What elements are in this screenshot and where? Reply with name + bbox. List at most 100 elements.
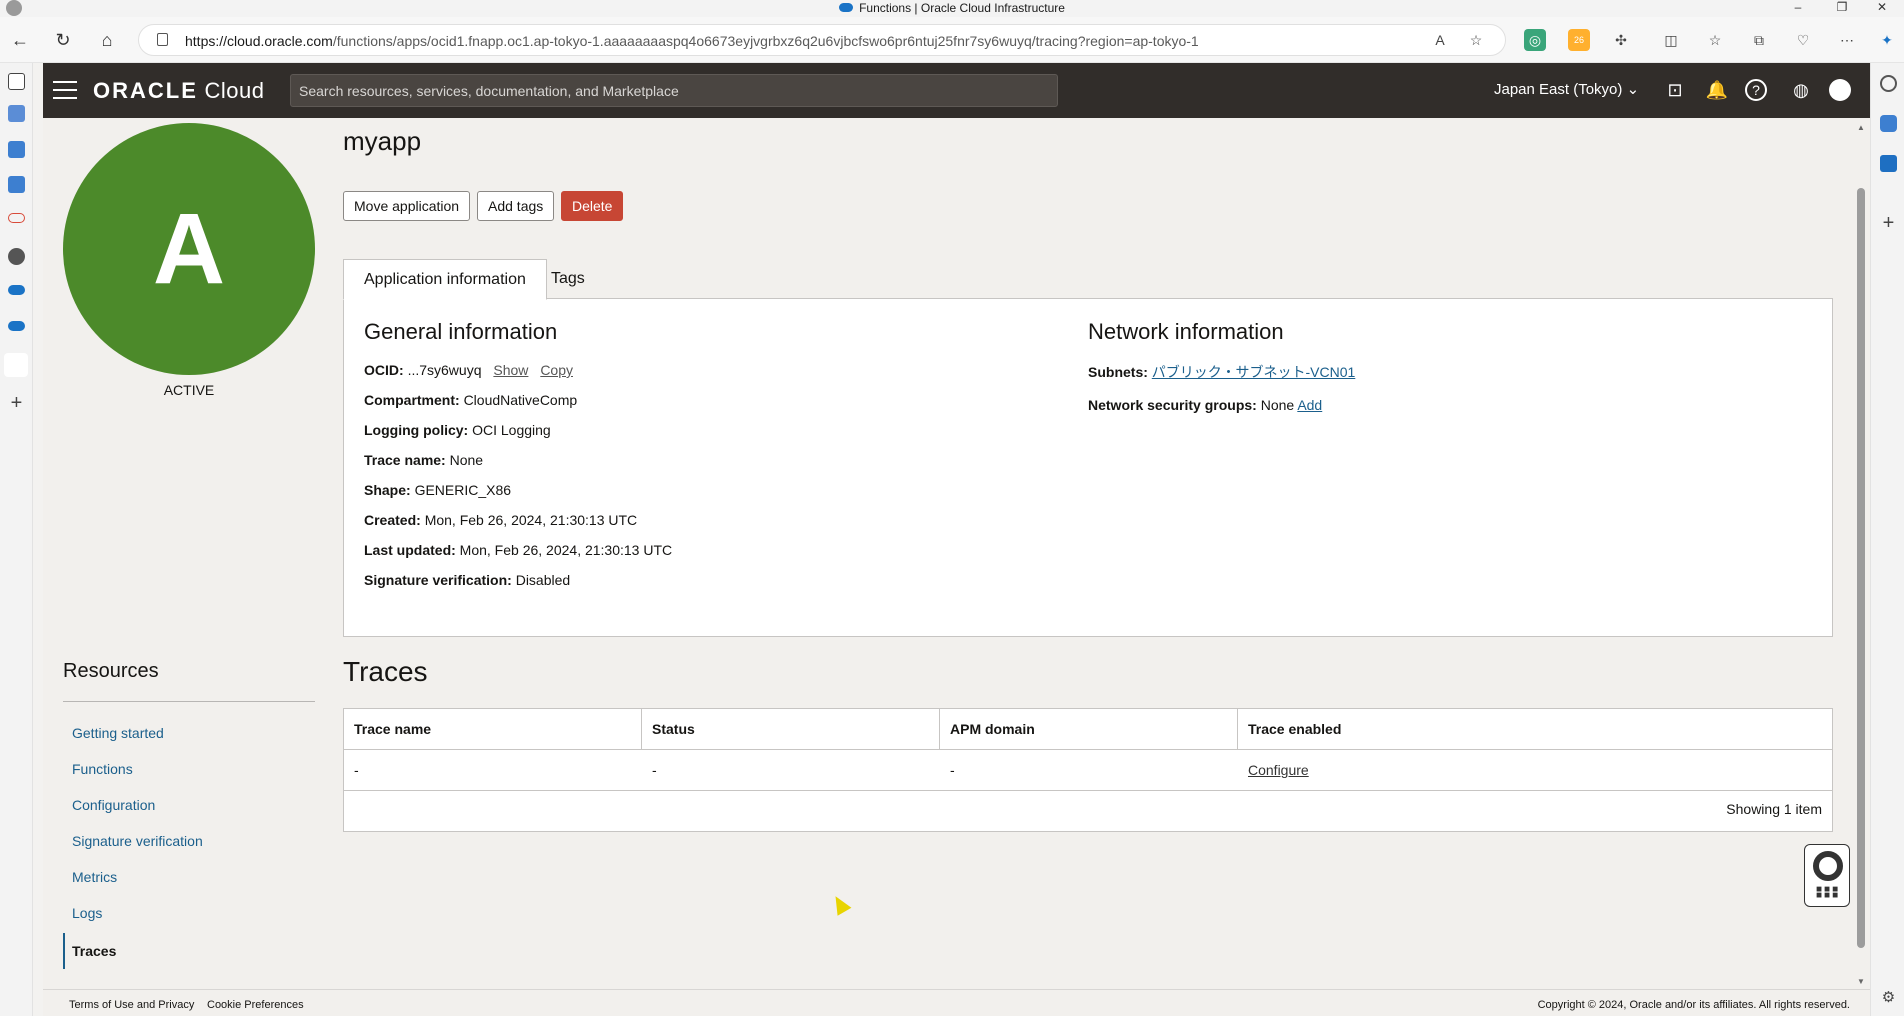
column-header-trace-name[interactable]: Trace name [344, 709, 642, 749]
minimize-button[interactable]: – [1776, 0, 1820, 17]
browser-essentials-icon[interactable]: ♡ [1792, 29, 1814, 51]
last-updated-field: Last updated: Mon, Feb 26, 2024, 21:30:1… [364, 542, 673, 558]
table-header-divider [344, 749, 1832, 750]
resources-divider [63, 701, 315, 702]
resource-configuration[interactable]: Configuration [63, 790, 315, 820]
resource-getting-started[interactable]: Getting started [63, 718, 315, 748]
logging-policy-field: Logging policy: OCI Logging [364, 422, 551, 438]
more-icon[interactable]: ⋯ [1836, 29, 1858, 51]
delete-button[interactable]: Delete [561, 191, 624, 221]
outlook-tab-icon[interactable] [8, 176, 25, 193]
cloud-tab-icon[interactable] [8, 285, 25, 295]
nsg-add-link[interactable]: Add [1297, 397, 1322, 413]
outlook-icon[interactable] [1880, 155, 1897, 172]
table-item-count: Showing 1 item [1726, 801, 1822, 817]
restore-button[interactable]: ❐ [1820, 0, 1864, 17]
resources-title: Resources [63, 660, 159, 682]
tab-icon[interactable] [8, 105, 25, 122]
page-scrollbar[interactable]: ▲ ▼ [1853, 118, 1870, 989]
move-application-button[interactable]: Move application [343, 191, 471, 221]
cell-trace-name: - [354, 762, 359, 778]
edge-right-sidebar: + ⚙ [1870, 63, 1904, 1016]
collections-icon[interactable]: ⧉ [1748, 29, 1770, 51]
back-icon[interactable]: ← [5, 25, 35, 55]
tab-actions-icon[interactable] [8, 73, 25, 90]
resource-signature-verification[interactable]: Signature verification [63, 826, 315, 856]
menu-icon[interactable] [53, 81, 77, 99]
close-button[interactable]: ✕ [1860, 0, 1904, 17]
resource-logs[interactable]: Logs [63, 898, 315, 928]
favorite-star-icon[interactable]: ☆ [1465, 29, 1487, 51]
region-selector[interactable]: Japan East (Tokyo) ⌄ [1494, 80, 1639, 98]
column-header-status[interactable]: Status [642, 709, 940, 749]
column-header-apm-domain[interactable]: APM domain [940, 709, 1238, 749]
compartment-field: Compartment: CloudNativeComp [364, 392, 578, 408]
shape-field: Shape: GENERIC_X86 [364, 482, 512, 498]
subnet-link[interactable]: パブリック・サブネット-VCN01 [1152, 364, 1356, 380]
browser-toolbar: ← ↻ ⌂ https://cloud.oracle.com/functions… [0, 17, 1904, 63]
resource-functions[interactable]: Functions [63, 754, 315, 784]
page-title: myapp [343, 126, 422, 156]
cloud-tab-icon[interactable] [8, 321, 25, 331]
traces-title: Traces [343, 656, 428, 687]
resource-traces[interactable]: Traces [63, 933, 315, 969]
home-icon[interactable]: ⌂ [92, 25, 122, 55]
window-title: Functions | Oracle Cloud Infrastructure [0, 1, 1904, 15]
add-tags-button[interactable]: Add tags [477, 191, 555, 221]
cloud-icon [839, 3, 854, 13]
main-content: A ACTIVE myapp Move application Add tags… [43, 118, 1853, 989]
app-status: ACTIVE [163, 382, 215, 398]
notifications-icon[interactable]: 🔔 [1703, 76, 1731, 104]
ocid-copy-link[interactable]: Copy [540, 362, 573, 378]
split-screen-icon[interactable]: ◫ [1660, 29, 1682, 51]
new-tab-icon[interactable]: + [8, 393, 25, 413]
search-icon[interactable] [1880, 75, 1897, 92]
scroll-down-icon[interactable]: ▼ [1857, 977, 1865, 986]
search-input[interactable]: Search resources, services, documentatio… [290, 74, 1058, 107]
tab-application-information[interactable]: Application information [343, 259, 547, 300]
application-info-panel: General information OCID: ...7sy6wuyq Sh… [343, 298, 1833, 637]
page-footer: Terms of Use and Privacy Cookie Preferen… [43, 989, 1870, 1016]
scrollbar-thumb[interactable] [1857, 188, 1865, 948]
cell-apm-domain: - [950, 762, 955, 778]
table-row-divider [344, 790, 1832, 791]
read-aloud-icon[interactable]: A [1429, 29, 1451, 51]
scroll-up-icon[interactable]: ▲ [1857, 123, 1865, 132]
resource-metrics[interactable]: Metrics [63, 862, 315, 892]
extensions-icon[interactable]: ✣ [1610, 29, 1632, 51]
help-support-button[interactable]: ■■■ ■■■ [1804, 844, 1850, 907]
ocid-show-link[interactable]: Show [493, 362, 528, 378]
copilot-icon[interactable]: ✦ [1876, 29, 1898, 51]
refresh-icon[interactable]: ↻ [48, 25, 78, 55]
trace-name-field: Trace name: None [364, 452, 484, 468]
cookie-preferences-link[interactable]: Cookie Preferences [207, 999, 304, 1011]
language-globe-icon[interactable]: ◍ [1787, 76, 1815, 104]
address-bar[interactable]: https://cloud.oracle.com/functions/apps/… [138, 24, 1506, 56]
oracle-tab-icon[interactable] [8, 213, 25, 223]
add-icon[interactable]: + [1880, 213, 1897, 233]
configure-link[interactable]: Configure [1248, 762, 1309, 778]
copyright-text: Copyright © 2024, Oracle and/or its affi… [1537, 999, 1850, 1011]
oracle-cloud-logo[interactable]: ORACLE Cloud [93, 78, 265, 104]
lock-icon [157, 33, 168, 46]
active-tab-icon[interactable] [4, 353, 28, 377]
cell-status: - [652, 762, 657, 778]
lifebuoy-icon [1813, 851, 1843, 881]
app-avatar: A [63, 123, 315, 375]
created-field: Created: Mon, Feb 26, 2024, 21:30:13 UTC [364, 512, 638, 528]
outlook-tab-icon[interactable] [8, 141, 25, 158]
github-tab-icon[interactable] [8, 248, 25, 265]
help-icon[interactable]: ? [1745, 79, 1767, 101]
chevron-down-icon: ⌄ [1626, 81, 1640, 98]
copilot-sidebar-icon[interactable] [1880, 115, 1897, 132]
user-avatar-icon[interactable] [1829, 79, 1851, 101]
general-info-title: General information [364, 319, 558, 344]
extension-icon[interactable]: ◎ [1524, 29, 1546, 51]
terms-link[interactable]: Terms of Use and Privacy [69, 999, 194, 1011]
column-header-trace-enabled[interactable]: Trace enabled [1238, 709, 1832, 749]
gear-icon[interactable]: ⚙ [1880, 989, 1897, 1006]
ocid-field: OCID: ...7sy6wuyq Show Copy [364, 362, 573, 378]
extension-badge-icon[interactable]: 26 [1568, 29, 1590, 51]
code-editor-icon[interactable]: ⊡ [1661, 76, 1689, 104]
favorites-icon[interactable]: ☆ [1704, 29, 1726, 51]
